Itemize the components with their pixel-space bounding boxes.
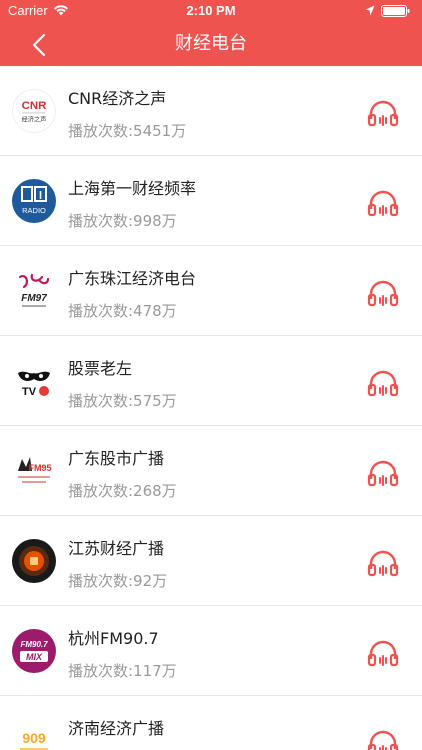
station-logo: FM90.7 MIX [12,629,56,673]
svg-text:TV: TV [22,386,37,398]
station-name: 广东股市广播 [68,449,165,468]
radio-logo-icon: RADIO [21,186,47,215]
station-logo [12,539,56,583]
svg-text:FM90.7: FM90.7 [20,640,48,649]
status-time: 2:10 PM [186,3,236,18]
station-name: 江苏财经广播 [68,539,165,558]
fm953-logo-icon: FM95 [18,457,52,483]
headphones-icon [367,640,399,667]
listen-button[interactable] [366,458,400,488]
station-row[interactable]: 江苏财经广播 播放次数:92万 [0,516,422,606]
station-row[interactable]: TV 股票老左 播放次数:575万 [0,336,422,426]
headphones-icon [367,460,399,487]
status-bar: Carrier 2:10 PM [0,0,422,22]
station-name: 上海第一财经频率 [68,179,197,198]
svg-text:CNR: CNR [22,100,48,112]
station-name: 股票老左 [68,359,133,378]
svg-text:MIX: MIX [26,652,43,662]
play-count: 播放次数:117万 [68,662,177,680]
listen-button[interactable] [366,638,400,668]
headphones-icon [367,280,399,307]
mix-logo-icon: FM90.7 MIX [20,640,48,662]
station-logo: CNR 经济之声 [12,89,56,133]
listen-button[interactable] [366,368,400,398]
station-list: CNR 经济之声 CNR经济之声 播放次数:5451万 RADIO 上海第一财经… [0,66,422,750]
svg-text:FM95: FM95 [28,463,51,473]
station-logo: FM95 [12,449,56,493]
jinan-909-logo-icon: 909 [20,730,48,750]
svg-text:RADIO: RADIO [22,206,46,215]
station-logo: RADIO [12,179,56,223]
headphones-icon [367,190,399,217]
station-row[interactable]: CNR 经济之声 CNR经济之声 播放次数:5451万 [0,66,422,156]
listen-button[interactable] [366,728,400,750]
station-name: 广东珠江经济电台 [68,269,197,288]
play-count: 播放次数:268万 [68,482,177,500]
play-count: 播放次数:92万 [68,572,168,590]
location-icon [365,5,375,16]
nav-header: Carrier 2:10 PM 财经电台 [0,0,422,66]
play-count: 播放次数:998万 [68,212,177,230]
station-name: CNR经济之声 [68,89,167,108]
headphones-icon [367,730,399,750]
station-row[interactable]: FM97 广东珠江经济电台 播放次数:478万 [0,246,422,336]
station-logo: 909 [12,719,56,750]
svg-text:经济之声: 经济之声 [22,116,47,124]
listen-button[interactable] [366,278,400,308]
listen-button[interactable] [366,548,400,578]
listen-button[interactable] [366,188,400,218]
station-row[interactable]: RADIO 上海第一财经频率 播放次数:998万 [0,156,422,246]
station-row[interactable]: FM95 广东股市广播 播放次数:268万 [0,426,422,516]
station-logo: FM97 [12,269,56,313]
station-name: 杭州FM90.7 [68,629,159,648]
station-name: 济南经济广播 [68,719,165,738]
play-count: 播放次数:575万 [68,392,177,410]
station-row[interactable]: FM90.7 MIX 杭州FM90.7 播放次数:117万 [0,606,422,696]
headphones-icon [367,550,399,577]
station-row[interactable]: 909 济南经济广播 [0,696,422,750]
fm97-logo-icon: FM97 [18,273,50,307]
station-logo: TV [12,359,56,403]
battery-icon [381,5,410,17]
jiangsu-logo-icon [19,546,49,576]
play-count: 播放次数:478万 [68,302,177,320]
headphones-icon [367,370,399,397]
play-count: 播放次数:5451万 [68,122,187,140]
listen-button[interactable] [366,98,400,128]
tv-mask-logo-icon: TV [18,371,50,398]
svg-text:909: 909 [22,730,46,746]
page-title: 财经电台 [175,33,247,54]
svg-text:FM97: FM97 [21,293,47,304]
cnr-logo-icon: CNR 经济之声 [22,100,48,124]
headphones-icon [367,100,399,127]
